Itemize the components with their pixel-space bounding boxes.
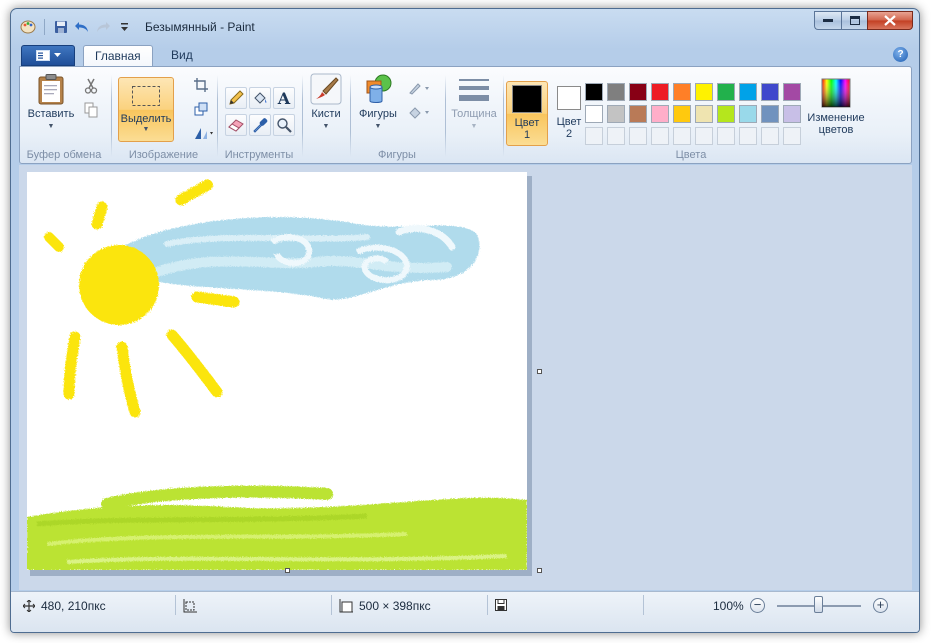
palette-color-swatch[interactable] — [583, 103, 605, 125]
palette-custom-slot[interactable] — [715, 125, 737, 147]
palette-custom-slot[interactable] — [605, 125, 627, 147]
qat-separator — [44, 19, 45, 35]
cursor-position-value: 480, 210пкс — [41, 599, 106, 613]
chevron-down-icon — [53, 53, 61, 57]
palette-color-swatch[interactable] — [759, 103, 781, 125]
paint-app-icon[interactable] — [19, 18, 37, 36]
cursor-position: 480, 210пкс — [23, 599, 106, 613]
palette-custom-slot[interactable] — [671, 125, 693, 147]
zoom-value: 100% — [713, 599, 744, 613]
grass-drawing — [27, 485, 527, 570]
application-menu-button[interactable] — [21, 45, 75, 66]
palette-color-swatch[interactable] — [715, 103, 737, 125]
palette-color-swatch[interactable] — [781, 103, 803, 125]
resize-handle-right[interactable] — [537, 369, 542, 374]
color-spectrum-icon — [820, 77, 852, 109]
colors-group-label: Цвета — [675, 149, 707, 161]
ribbon-tab-row: Главная Вид ? — [19, 44, 912, 67]
zoom-in-button[interactable]: + — [873, 598, 888, 613]
maximize-button[interactable] — [841, 11, 867, 30]
canvas-workspace — [19, 165, 912, 590]
palette-custom-slot[interactable] — [627, 125, 649, 147]
zoom-out-button[interactable]: − — [750, 598, 765, 613]
status-separator — [487, 595, 488, 615]
color2-swatch — [557, 86, 581, 110]
quick-access-toolbar — [19, 18, 133, 36]
cloud-drawing — [115, 217, 480, 300]
palette-color-swatch[interactable] — [715, 81, 737, 103]
palette-custom-slot[interactable] — [583, 125, 605, 147]
tab-home[interactable]: Главная — [83, 45, 153, 67]
title-bar: Безымянный - Paint — [11, 9, 919, 43]
palette-color-swatch[interactable] — [737, 81, 759, 103]
palette-color-swatch[interactable] — [627, 103, 649, 125]
palette-color-swatch[interactable] — [671, 81, 693, 103]
color1-swatch — [512, 85, 542, 113]
status-separator — [331, 595, 332, 615]
palette-custom-slot[interactable] — [759, 125, 781, 147]
palette-custom-slot[interactable] — [649, 125, 671, 147]
drawing-canvas[interactable] — [27, 172, 527, 570]
qat-customize-icon[interactable] — [115, 18, 133, 36]
group-colors: Цвет 1 Цвет 2 Изменение цветов Цвета — [20, 71, 913, 161]
selection-size — [183, 599, 197, 613]
resize-handle-bottom[interactable] — [285, 568, 290, 573]
palette-color-swatch[interactable] — [605, 103, 627, 125]
edit-colors-button[interactable]: Изменение цветов — [804, 77, 868, 136]
palette-custom-slot[interactable] — [781, 125, 803, 147]
redo-icon[interactable] — [94, 18, 112, 36]
palette-color-swatch[interactable] — [649, 81, 671, 103]
color1-label: Цвет — [514, 117, 540, 129]
image-size-value: 500 × 398пкс — [359, 599, 431, 613]
minimize-button[interactable] — [814, 11, 841, 30]
color1-button[interactable]: Цвет 1 — [506, 81, 548, 146]
file-size — [495, 599, 507, 611]
palette-color-swatch[interactable] — [627, 81, 649, 103]
zoom-slider-thumb[interactable] — [814, 596, 823, 613]
resize-handle-corner[interactable] — [537, 568, 542, 573]
save-icon[interactable] — [52, 18, 70, 36]
edit-colors-label-line1: Изменение — [807, 112, 865, 124]
undo-icon[interactable] — [73, 18, 91, 36]
color1-number: 1 — [523, 129, 531, 141]
edit-colors-label-line2: цветов — [818, 124, 854, 136]
caption-buttons — [814, 11, 913, 30]
color-palette — [583, 81, 803, 147]
sun-drawing — [44, 179, 240, 418]
tab-view[interactable]: Вид — [160, 45, 204, 67]
palette-color-swatch[interactable] — [583, 81, 605, 103]
zoom-level: 100% — [713, 599, 744, 613]
image-size-icon — [339, 599, 353, 613]
paint-window: Безымянный - Paint Главная Вид ? Вставит… — [10, 8, 920, 633]
window-title: Безымянный - Paint — [145, 20, 255, 34]
paint-menu-icon — [35, 50, 50, 61]
image-size: 500 × 398пкс — [339, 599, 431, 613]
palette-custom-slot[interactable] — [737, 125, 759, 147]
palette-color-swatch[interactable] — [693, 81, 715, 103]
palette-color-swatch[interactable] — [781, 81, 803, 103]
palette-color-swatch[interactable] — [605, 81, 627, 103]
ribbon-home: Вставить ▼ Буфер обмена Выделить ▼ Изобр… — [19, 66, 912, 164]
help-icon[interactable]: ? — [893, 47, 908, 62]
status-separator — [175, 595, 176, 615]
palette-color-swatch[interactable] — [759, 81, 781, 103]
cursor-crosshair-icon — [23, 600, 35, 612]
status-separator — [643, 595, 644, 615]
close-button[interactable] — [867, 11, 913, 30]
palette-color-swatch[interactable] — [671, 103, 693, 125]
status-bar: 480, 210пкс 500 × 398пкс 100% − + — [11, 591, 919, 632]
palette-color-swatch[interactable] — [649, 103, 671, 125]
palette-custom-slot[interactable] — [693, 125, 715, 147]
canvas-drawing — [27, 179, 527, 570]
disk-icon — [495, 599, 507, 611]
selection-size-icon — [183, 599, 197, 613]
palette-color-swatch[interactable] — [737, 103, 759, 125]
palette-color-swatch[interactable] — [693, 103, 715, 125]
